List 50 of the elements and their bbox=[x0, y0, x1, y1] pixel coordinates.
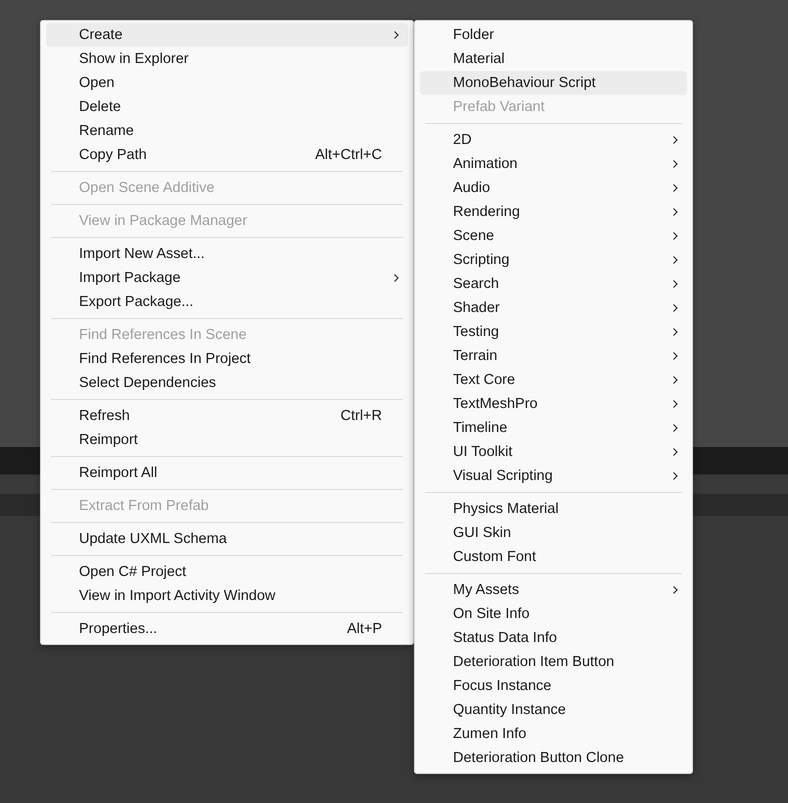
menu-item[interactable]: Open bbox=[46, 71, 408, 95]
menu-item[interactable]: Select Dependencies bbox=[46, 371, 408, 395]
menu-item[interactable]: GUI Skin bbox=[420, 521, 687, 545]
menu-item[interactable]: Animation bbox=[420, 152, 687, 176]
menu-item[interactable]: Update UXML Schema bbox=[46, 527, 408, 551]
menu-item[interactable]: Quantity Instance bbox=[420, 698, 687, 722]
menu-item[interactable]: Search bbox=[420, 272, 687, 296]
menu-item[interactable]: Refresh Ctrl+R bbox=[46, 404, 408, 428]
menu-item[interactable]: Import Package bbox=[46, 266, 408, 290]
menu-item[interactable]: Custom Font bbox=[420, 545, 687, 569]
menu-item[interactable]: MonoBehaviour Script bbox=[420, 71, 687, 95]
menu-item[interactable]: Scene bbox=[420, 224, 687, 248]
menu-item[interactable]: Delete bbox=[46, 95, 408, 119]
menu-item[interactable]: Status Data Info bbox=[420, 626, 687, 650]
menu-item[interactable]: Visual Scripting bbox=[420, 464, 687, 488]
menu-item[interactable]: Import New Asset... bbox=[46, 242, 408, 266]
menu-item[interactable]: Testing bbox=[420, 320, 687, 344]
menu-item[interactable]: View in Import Activity Window bbox=[46, 584, 408, 608]
menu-item[interactable]: Reimport bbox=[46, 428, 408, 452]
menu-item[interactable]: Open C# Project bbox=[46, 560, 408, 584]
menu-item[interactable]: Deterioration Button Clone bbox=[420, 746, 687, 770]
menu-item[interactable]: Audio bbox=[420, 176, 687, 200]
menu-item[interactable]: Scripting bbox=[420, 248, 687, 272]
menu-item[interactable]: Find References In Project bbox=[46, 347, 408, 371]
menu-item[interactable]: UI Toolkit bbox=[420, 440, 687, 464]
menu-item[interactable]: Deterioration Item Button bbox=[420, 650, 687, 674]
menu-item[interactable]: Shader bbox=[420, 296, 687, 320]
menu-item[interactable]: TextMeshPro bbox=[420, 392, 687, 416]
menu-item[interactable]: My Assets bbox=[420, 578, 687, 602]
menu-item[interactable]: Folder bbox=[420, 23, 687, 47]
menu-item[interactable]: Zumen Info bbox=[420, 722, 687, 746]
menu-item[interactable]: Copy Path Alt+Ctrl+C bbox=[46, 143, 408, 167]
menu-item[interactable]: Physics Material bbox=[420, 497, 687, 521]
menu-item[interactable]: Show in Explorer bbox=[46, 47, 408, 71]
menu-item[interactable]: Material bbox=[420, 47, 687, 71]
menu-item[interactable]: Create bbox=[46, 23, 408, 47]
menu-item[interactable]: Reimport All bbox=[46, 461, 408, 485]
menu-item[interactable]: 2D bbox=[420, 128, 687, 152]
menu-item[interactable]: On Site Info bbox=[420, 602, 687, 626]
shortcut-label: Alt+Ctrl+C bbox=[315, 147, 382, 163]
menu-item[interactable]: Rendering bbox=[420, 200, 687, 224]
menu-item[interactable]: Focus Instance bbox=[420, 674, 687, 698]
menu-item[interactable]: Export Package... bbox=[46, 290, 408, 314]
shortcut-label: Ctrl+R bbox=[340, 408, 382, 424]
menu-item[interactable]: Rename bbox=[46, 119, 408, 143]
menu-item[interactable]: Properties... Alt+P bbox=[46, 617, 408, 641]
menu-item[interactable]: Text Core bbox=[420, 368, 687, 392]
shortcut-label: Alt+P bbox=[346, 621, 382, 637]
menu-item[interactable]: Terrain bbox=[420, 344, 687, 368]
menu-item[interactable]: Timeline bbox=[420, 416, 687, 440]
